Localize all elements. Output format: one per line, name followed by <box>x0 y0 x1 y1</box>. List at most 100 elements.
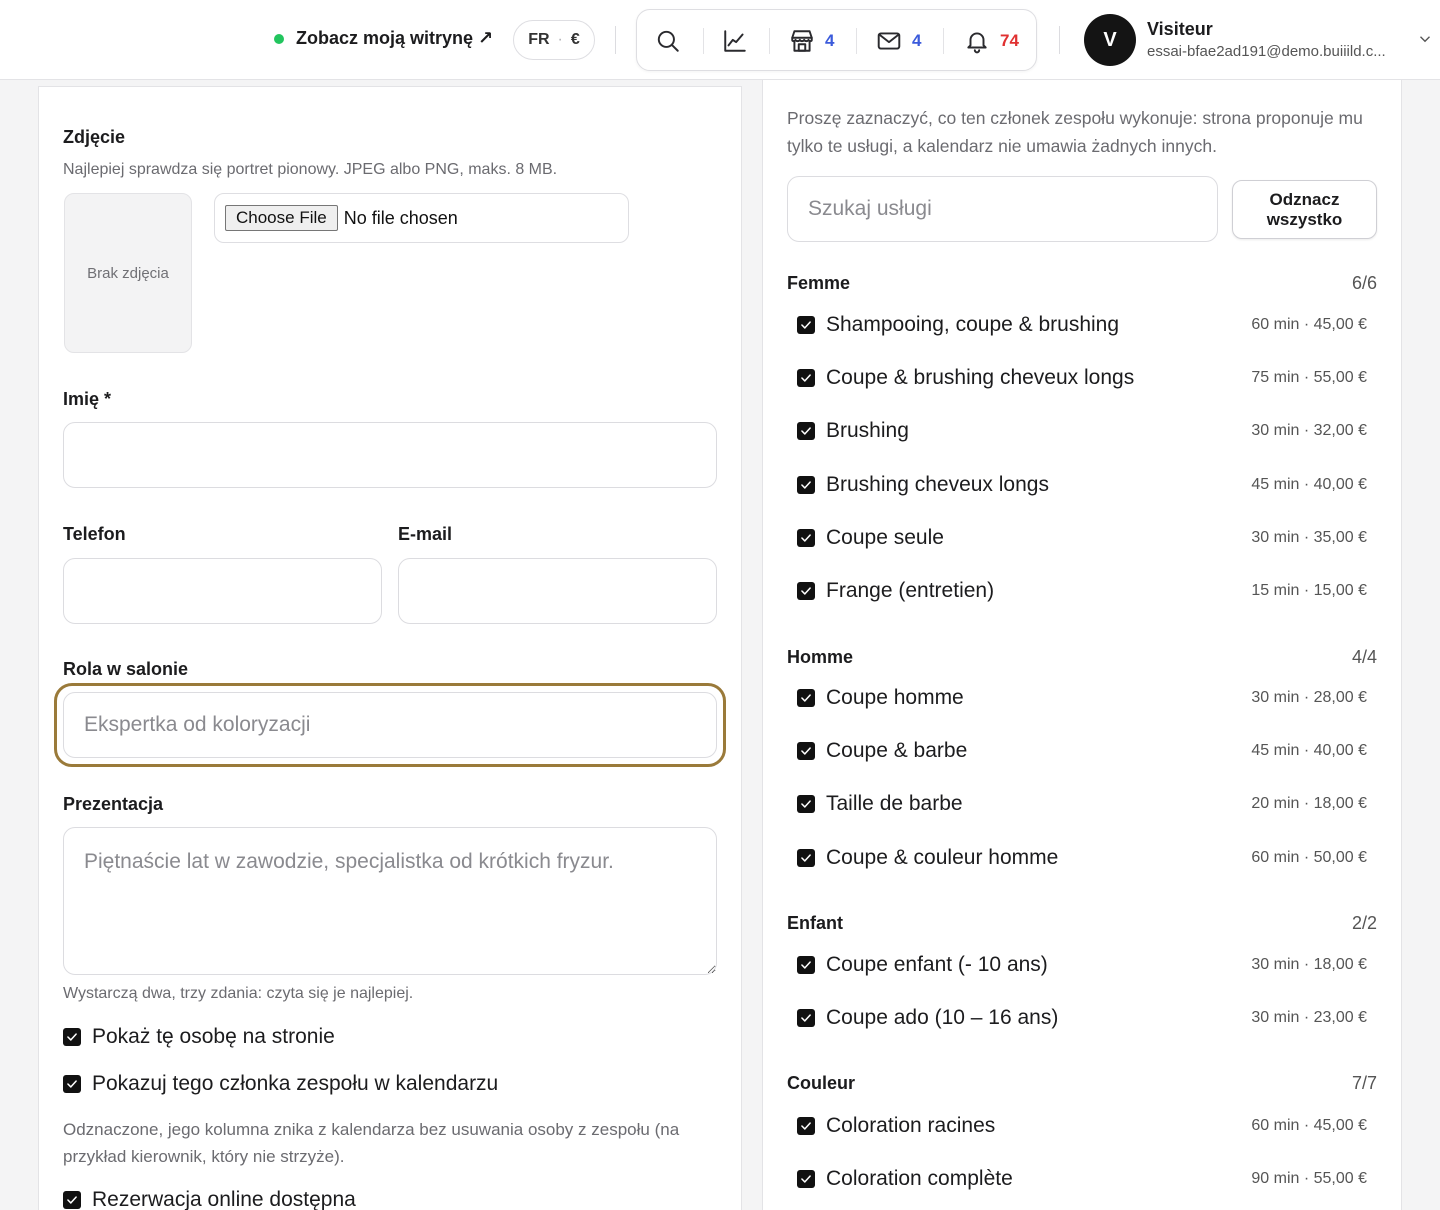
category-header: Homme 4/4 <box>787 645 1377 669</box>
locale-language: FR <box>528 31 550 48</box>
show-on-site-label: Pokaż tę osobę na stronie <box>92 1025 335 1048</box>
service-meta: 15 min · 15,00 € <box>1251 582 1367 599</box>
checkbox-checked <box>797 422 815 440</box>
service-item[interactable]: Coupe & couleur homme 60 min · 50,00 € <box>797 843 1367 873</box>
online-booking-label: Rezerwacja online dostępna <box>92 1188 356 1210</box>
service-item[interactable]: Coupe homme 30 min · 28,00 € <box>797 683 1367 713</box>
category-name: Femme <box>787 272 851 293</box>
service-name: Shampooing, coupe & brushing <box>826 313 1120 336</box>
top-bar: Zobacz moją witrynę ↗ FR · € 4 4 74 V Vi… <box>0 0 1440 80</box>
services-intro: Proszę zaznaczyć, co ten członek zespołu… <box>787 108 1363 156</box>
service-item[interactable]: Coupe enfant (- 10 ans) 30 min · 18,00 € <box>797 950 1367 980</box>
search-button[interactable] <box>655 10 681 72</box>
service-meta: 20 min · 18,00 € <box>1251 795 1367 812</box>
check-icon <box>801 374 811 382</box>
photo-preview: Brak zdjęcia <box>64 193 192 353</box>
service-meta: 30 min · 32,00 € <box>1251 422 1367 439</box>
service-name: Coupe seule <box>826 526 944 549</box>
service-item[interactable]: Coupe seule 30 min · 35,00 € <box>797 523 1367 553</box>
service-name: Brushing <box>826 419 909 442</box>
role-input[interactable] <box>63 692 717 758</box>
online-status-dot <box>274 33 284 44</box>
avatar[interactable]: V <box>1084 14 1136 66</box>
category-header: Couleur 7/7 <box>787 1071 1377 1095</box>
first-name-input[interactable] <box>63 422 717 488</box>
check-icon <box>801 747 811 755</box>
check-icon <box>801 694 811 702</box>
check-icon <box>67 1080 77 1088</box>
service-meta: 45 min · 40,00 € <box>1251 742 1367 759</box>
checkbox-checked <box>797 1170 815 1188</box>
service-item[interactable]: Coupe & barbe 45 min · 40,00 € <box>797 736 1367 766</box>
chart-line-icon <box>724 30 746 52</box>
service-meta: 90 min · 55,00 € <box>1251 1170 1367 1187</box>
service-name: Taille de barbe <box>826 792 963 815</box>
choose-file-button[interactable]: Choose File <box>225 205 338 231</box>
bookings-button[interactable]: 4 <box>789 10 834 72</box>
photo-help: Najlepiej sprawdza się portret pionowy. … <box>63 161 558 178</box>
check-icon <box>801 854 811 862</box>
bio-textarea[interactable] <box>63 827 717 975</box>
checkbox-checked <box>797 316 815 334</box>
checkbox-checked <box>797 529 815 547</box>
deselect-all-button[interactable]: Odznacz wszystko <box>1232 180 1377 239</box>
service-name: Coloration racines <box>826 1114 996 1137</box>
phone-input[interactable] <box>63 558 382 624</box>
bookings-count: 4 <box>825 31 835 50</box>
check-icon <box>801 587 811 595</box>
service-item[interactable]: Frange (entretien) 15 min · 15,00 € <box>797 576 1367 606</box>
messages-button[interactable]: 4 <box>876 10 921 72</box>
service-item[interactable]: Shampooing, coupe & brushing 60 min · 45… <box>797 310 1367 340</box>
view-site-label: Zobacz moją witrynę ↗ <box>296 28 494 48</box>
checkbox-checked <box>63 1028 81 1046</box>
check-icon <box>801 427 811 435</box>
email-input[interactable] <box>398 558 717 624</box>
quick-actions-bar: 4 4 74 <box>636 9 1037 71</box>
service-name: Coupe & couleur homme <box>826 846 1059 869</box>
service-meta: 60 min · 45,00 € <box>1251 1117 1367 1134</box>
online-booking-checkbox[interactable]: Rezerwacja online dostępna <box>63 1188 356 1210</box>
service-item[interactable]: Coupe ado (10 – 16 ans) 30 min · 23,00 € <box>797 1003 1367 1033</box>
file-status: No file chosen <box>343 207 458 228</box>
service-item[interactable]: Coloration racines 60 min · 45,00 € <box>797 1111 1367 1141</box>
email-label: E-mail <box>398 524 453 544</box>
service-item[interactable]: Taille de barbe 20 min · 18,00 € <box>797 789 1367 819</box>
category-header: Enfant 2/2 <box>787 911 1377 935</box>
service-item[interactable]: Brushing 30 min · 32,00 € <box>797 416 1367 446</box>
service-meta: 30 min · 28,00 € <box>1251 689 1367 706</box>
messages-count: 4 <box>912 31 922 50</box>
check-icon <box>801 961 811 969</box>
check-icon <box>67 1033 77 1041</box>
stats-button[interactable] <box>722 10 748 72</box>
view-site-link[interactable]: Zobacz moją witrynę ↗ <box>274 28 493 49</box>
mail-icon <box>877 32 901 50</box>
category-name: Homme <box>787 646 854 667</box>
icon-divider <box>769 28 770 54</box>
notifications-button[interactable]: 74 <box>964 10 1019 72</box>
service-name: Coupe enfant (- 10 ans) <box>826 953 1048 976</box>
service-meta: 30 min · 18,00 € <box>1251 956 1367 973</box>
check-icon <box>801 800 811 808</box>
show-in-calendar-checkbox[interactable]: Pokazuj tego członka zespołu w kalendarz… <box>63 1072 498 1096</box>
checkbox-checked <box>797 1117 815 1135</box>
show-on-site-checkbox[interactable]: Pokaż tę osobę na stronie <box>63 1025 335 1049</box>
service-item[interactable]: Brushing cheveux longs 45 min · 40,00 € <box>797 470 1367 500</box>
check-icon <box>801 481 811 489</box>
service-item[interactable]: Coupe & brushing cheveux longs 75 min · … <box>797 363 1367 393</box>
category-header: Femme 6/6 <box>787 271 1377 295</box>
service-name: Frange (entretien) <box>826 579 995 602</box>
locale-separator: · <box>557 31 563 48</box>
notifications-count: 74 <box>1000 31 1019 50</box>
category-count: 7/7 <box>1351 1072 1377 1093</box>
check-icon <box>67 1196 77 1204</box>
service-search-input[interactable] <box>787 176 1218 242</box>
service-name: Coloration complète <box>826 1167 1013 1190</box>
checkbox-checked <box>797 1009 815 1027</box>
service-item[interactable]: Coloration complète 90 min · 55,00 € <box>797 1164 1367 1194</box>
service-meta: 30 min · 35,00 € <box>1251 529 1367 546</box>
chevron-down-icon <box>1420 36 1430 43</box>
account-menu-toggle[interactable] <box>1416 30 1434 48</box>
checkbox-checked <box>797 956 815 974</box>
locale-currency-switcher[interactable]: FR · € <box>513 20 595 60</box>
calendar-help: Odznaczone, jego kolumna znika z kalenda… <box>63 1120 680 1166</box>
